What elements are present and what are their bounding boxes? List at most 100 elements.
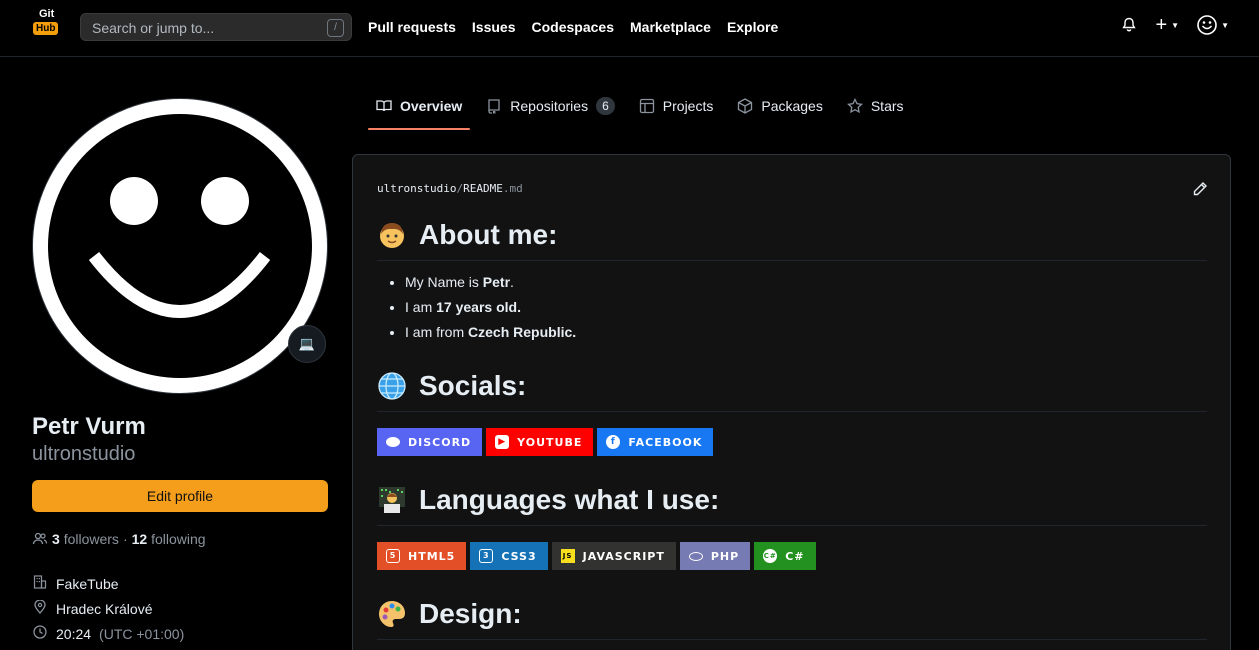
youtube-icon: ▶: [495, 435, 510, 449]
logo[interactable]: Git Hub: [33, 8, 65, 40]
followers-count: 3: [52, 531, 60, 547]
location-row: Hradec Králové: [32, 596, 184, 621]
following-label: following: [151, 531, 206, 547]
badge-label: HTML5: [408, 549, 456, 563]
following-link[interactable]: 12 following: [132, 531, 206, 547]
nav-codespaces[interactable]: Codespaces: [532, 19, 614, 35]
nav-marketplace[interactable]: Marketplace: [630, 19, 711, 35]
html5-badge[interactable]: 5 HTML5: [377, 542, 467, 570]
javascript-icon: JS: [560, 549, 575, 563]
laptop-icon: 💻: [298, 336, 316, 351]
list-item-bold: Petr: [482, 274, 511, 290]
avatar-small: [1197, 15, 1217, 35]
nav-issues[interactable]: Issues: [472, 19, 516, 35]
edit-profile-button[interactable]: Edit profile: [32, 480, 328, 512]
discord-badge[interactable]: DISCORD: [377, 428, 483, 456]
list-item-text: I am from: [405, 324, 469, 340]
user-menu-button[interactable]: ▼: [1197, 15, 1229, 35]
profile-login: ultronstudio: [32, 443, 136, 465]
about-heading: About me:: [377, 215, 1207, 261]
list-item-bold: Czech Republic.: [468, 324, 577, 340]
timezone: (UTC +01:00): [99, 625, 185, 642]
badge-label: JAVASCRIPT: [582, 549, 665, 563]
facebook-badge[interactable]: f FACEBOOK: [597, 428, 714, 456]
about-title: About me:: [419, 218, 558, 250]
list-item: I am from Czech Republic.: [405, 323, 1207, 348]
follow-stats: 3 followers · 12 following: [32, 531, 206, 547]
php-icon: [688, 551, 703, 561]
create-new-button[interactable]: + ▼: [1155, 14, 1179, 36]
tab-repositories[interactable]: Repositories 6: [478, 84, 623, 128]
clock-icon: [32, 625, 48, 642]
people-icon: [32, 532, 48, 545]
set-status-button[interactable]: 💻: [288, 325, 326, 363]
repo-count-badge: 6: [596, 97, 615, 115]
about-list: My Name is Petr. I am 17 years old. I am…: [405, 273, 1207, 348]
tab-label: Packages: [761, 98, 823, 114]
list-item-text: My Name is: [405, 274, 483, 290]
readme-owner-link[interactable]: ultronstudio: [377, 182, 456, 195]
top-header: Git Hub Search or jump to... / Pull requ…: [0, 0, 1259, 57]
plus-icon: +: [1155, 14, 1168, 36]
list-item: My Name is Petr.: [405, 273, 1207, 298]
badge-label: CSS3: [501, 549, 537, 563]
bell-icon[interactable]: [1121, 17, 1137, 33]
youtube-badge[interactable]: ▶ YOUTUBE: [486, 428, 594, 456]
chevron-down-icon: ▼: [1221, 20, 1229, 30]
tab-stars[interactable]: Stars: [839, 84, 912, 128]
profile-avatar[interactable]: [32, 98, 328, 394]
social-badges: DISCORD ▶ YOUTUBE f FACEBOOK: [377, 428, 1207, 456]
php-badge[interactable]: PHP: [679, 542, 751, 570]
tab-label: Stars: [870, 98, 904, 114]
list-item: I am 17 years old.: [405, 298, 1207, 323]
list-item-text: I am: [405, 299, 437, 315]
following-count: 12: [131, 531, 148, 547]
tab-projects[interactable]: Projects: [631, 84, 722, 128]
profile-details: FakeTube Hradec Králové 20:24 (UTC +01:0…: [32, 571, 184, 646]
edit-readme-button[interactable]: [1192, 181, 1208, 202]
profile-readme: ultronstudio/README.md About me: My Name…: [352, 154, 1231, 650]
tab-overview[interactable]: Overview: [368, 84, 471, 130]
nav-explore[interactable]: Explore: [727, 19, 778, 35]
discord-icon: [386, 437, 400, 447]
pencil-icon: [1193, 182, 1207, 196]
tab-label: Repositories: [510, 98, 589, 114]
badge-label: FACEBOOK: [628, 435, 703, 449]
csharp-badge[interactable]: C# C#: [754, 542, 816, 570]
star-icon: [846, 98, 863, 114]
list-item-text: .: [510, 274, 514, 290]
package-icon: [738, 98, 753, 114]
global-nav: Pull requests Issues Codespaces Marketpl…: [368, 19, 778, 35]
javascript-badge[interactable]: JS JAVASCRIPT: [551, 542, 676, 570]
facebook-icon: f: [606, 435, 621, 449]
nav-pull-requests[interactable]: Pull requests: [368, 19, 456, 35]
follow-separator: ·: [122, 531, 128, 547]
followers-link[interactable]: 3 followers: [52, 531, 119, 547]
repo-icon: [488, 99, 500, 114]
globe-emoji-icon: [377, 371, 407, 401]
socials-heading: Socials:: [377, 366, 1207, 412]
search-placeholder: Search or jump to...: [92, 20, 215, 36]
technologist-emoji-icon: [377, 485, 407, 515]
profile-tabs: Overview Repositories 6 Projects Package…: [368, 84, 920, 130]
logo-text-top: Git: [39, 8, 55, 20]
css3-badge[interactable]: 3 CSS3: [470, 542, 548, 570]
csharp-icon: C#: [763, 549, 778, 563]
socials-title: Socials:: [419, 369, 527, 401]
html5-icon: 5: [386, 549, 400, 563]
css3-icon: 3: [479, 549, 494, 563]
boy-emoji-icon: [377, 220, 407, 250]
design-heading: Design:: [377, 594, 1207, 640]
languages-title: Languages what I use:: [419, 483, 720, 515]
profile-name: Petr Vurm: [32, 413, 146, 440]
tab-label: Projects: [662, 98, 714, 114]
tab-packages[interactable]: Packages: [729, 84, 830, 128]
header-actions: + ▼ ▼: [1121, 15, 1229, 35]
company-text: FakeTube: [56, 575, 119, 592]
badge-label: C#: [785, 549, 805, 563]
search-input[interactable]: Search or jump to... /: [80, 13, 352, 41]
language-badges: 5 HTML5 3 CSS3 JS JAVASCRIPT PHP C# C#: [377, 542, 1207, 570]
readme-content: About me: My Name is Petr. I am 17 years…: [377, 215, 1207, 640]
local-time: 20:24: [56, 625, 92, 642]
badge-label: YOUTUBE: [517, 435, 583, 449]
